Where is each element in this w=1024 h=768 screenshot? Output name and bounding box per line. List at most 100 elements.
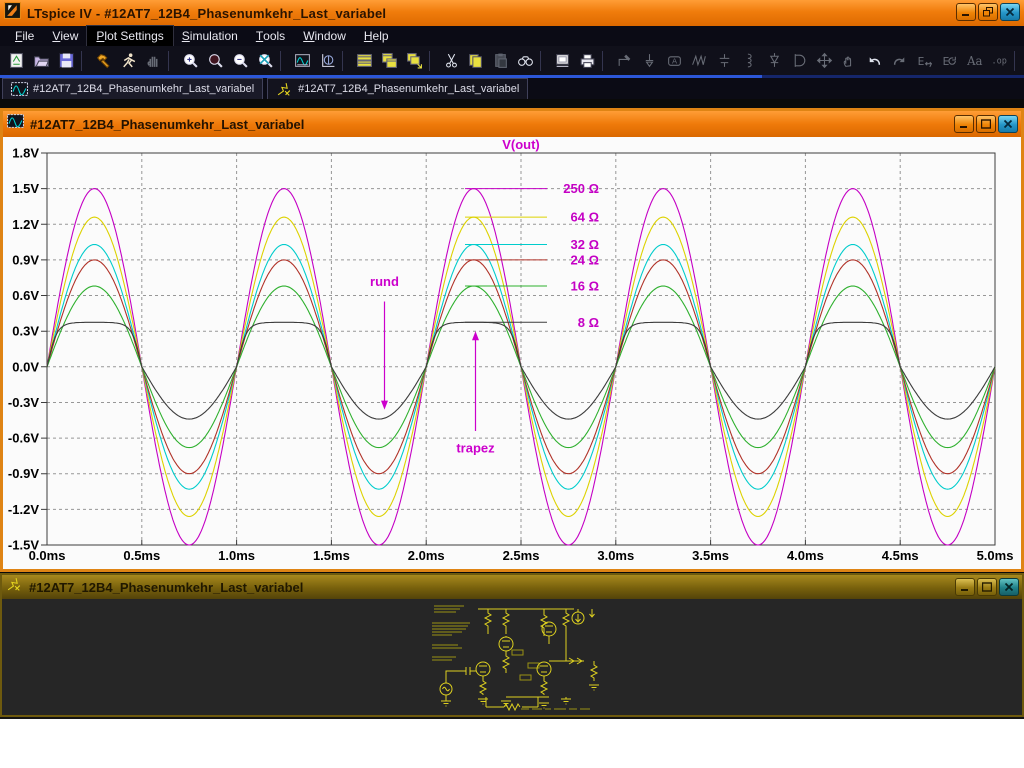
new-file-button[interactable]	[4, 49, 29, 73]
menu-tools[interactable]: Tools	[247, 26, 294, 46]
find-button[interactable]	[513, 49, 538, 73]
menu-plot-settings[interactable]: Plot Settings	[87, 26, 172, 46]
zoom-in-icon	[182, 52, 199, 69]
toolbar-separator	[1014, 51, 1021, 71]
y-tick-label: -1.5V	[8, 538, 39, 553]
grid	[47, 153, 995, 545]
cut-button[interactable]	[439, 49, 464, 73]
zoom-out-button[interactable]	[228, 49, 253, 73]
zoom-back-button[interactable]	[203, 49, 228, 73]
legend-label[interactable]: 8 Ω	[578, 315, 599, 330]
mirror-icon: E	[916, 52, 933, 69]
annotation-rund[interactable]: rund	[370, 274, 399, 289]
schematic-close-button[interactable]	[999, 578, 1019, 596]
plot-pane-button[interactable]	[315, 49, 340, 73]
waveform-plot[interactable]: 0.0ms0.5ms1.0ms1.5ms2.0ms2.5ms3.0ms3.5ms…	[3, 137, 1021, 569]
mirror-button: E	[912, 49, 937, 73]
toolbar-separator	[429, 51, 436, 71]
spice-directive-button: .op	[987, 49, 1012, 73]
schematic-icon	[6, 576, 23, 598]
cascade-icon	[406, 52, 423, 69]
schematic-window-titlebar[interactable]: #12AT7_12B4_Phasenumkehr_Last_variabel	[2, 575, 1022, 599]
save-icon	[58, 52, 75, 69]
halt-simulation-button	[141, 49, 166, 73]
schematic-maximize-button[interactable]	[977, 578, 997, 596]
schematic-window-title: #12AT7_12B4_Phasenumkehr_Last_variabel	[29, 580, 303, 595]
x-tick-label: 1.5ms	[313, 548, 350, 563]
plot-area[interactable]: 0.0ms0.5ms1.0ms1.5ms2.0ms2.5ms3.0ms3.5ms…	[3, 137, 1021, 569]
save-button[interactable]	[54, 49, 79, 73]
net-label-icon: A	[666, 52, 683, 69]
mdi-area: #12AT7_12B4_Phasenumkehr_Last_variabel 0…	[0, 99, 1024, 717]
copy-icon	[467, 52, 484, 69]
restore-button[interactable]	[978, 3, 998, 21]
annotation-arrowhead	[381, 401, 388, 410]
ltspice-logo-icon	[4, 2, 21, 19]
print-preview-icon	[554, 52, 571, 69]
waveform-window-titlebar[interactable]: #12AT7_12B4_Phasenumkehr_Last_variabel	[3, 111, 1021, 137]
y-tick-label: -0.9V	[8, 466, 39, 481]
plot-title-vout[interactable]: V(out)	[502, 137, 540, 152]
menu-window[interactable]: Window	[294, 26, 355, 46]
waveform-icon	[7, 113, 24, 130]
draw-wire-button	[612, 49, 637, 73]
schematic-minimize-button[interactable]	[955, 578, 975, 596]
menu-simulation[interactable]: Simulation	[173, 26, 247, 46]
y-tick-label: 0.6V	[12, 288, 39, 303]
window-title: LTspice IV - #12AT7_12B4_Phasenumkehr_La…	[27, 6, 386, 21]
undo-button[interactable]	[862, 49, 887, 73]
new-page-icon	[8, 52, 25, 69]
zoom-out-icon	[232, 52, 249, 69]
menu-view[interactable]: View	[43, 26, 87, 46]
control-panel-button[interactable]	[91, 49, 116, 73]
tab-schematic[interactable]: #12AT7_12B4_Phasenumkehr_Last_variabel	[267, 78, 528, 99]
schematic-icon	[276, 81, 293, 98]
plot-minimize-button[interactable]	[954, 115, 974, 133]
y-tick-label: 1.2V	[12, 217, 39, 232]
waveform-window: #12AT7_12B4_Phasenumkehr_Last_variabel 0…	[0, 108, 1024, 572]
annotation-arrowhead	[472, 331, 479, 340]
menu-file[interactable]: File	[6, 26, 43, 46]
wire-icon	[616, 52, 633, 69]
run-simulation-button[interactable]	[116, 49, 141, 73]
label-net-button: A	[662, 49, 687, 73]
toolbar: AEEAa.op	[0, 46, 1024, 75]
minimize-button[interactable]	[956, 3, 976, 21]
legend-label[interactable]: 24 Ω	[571, 252, 600, 267]
copy-button[interactable]	[464, 49, 489, 73]
cascade-windows-button[interactable]	[402, 49, 427, 73]
waveform-window-title: #12AT7_12B4_Phasenumkehr_Last_variabel	[30, 117, 304, 132]
menu-help[interactable]: Help	[355, 26, 398, 46]
legend-label[interactable]: 32 Ω	[571, 237, 600, 252]
legend-label[interactable]: 250 Ω	[563, 181, 599, 196]
zoom-in-button[interactable]	[178, 49, 203, 73]
y-tick-label: -0.3V	[8, 395, 39, 410]
plot-maximize-button[interactable]	[976, 115, 996, 133]
tab-waveform[interactable]: #12AT7_12B4_Phasenumkehr_Last_variabel	[2, 78, 263, 99]
toolbar-separator	[540, 51, 547, 71]
legend-label[interactable]: 16 Ω	[571, 279, 600, 294]
x-tick-label: 2.5ms	[503, 548, 540, 563]
print-preview-button[interactable]	[550, 49, 575, 73]
open-file-button[interactable]	[29, 49, 54, 73]
paste-icon	[492, 52, 509, 69]
plot-close-button[interactable]	[998, 115, 1018, 133]
move-button	[812, 49, 837, 73]
schematic-canvas[interactable]	[2, 599, 1022, 715]
tile-horizontally-button[interactable]	[352, 49, 377, 73]
zoom-full-extents-button[interactable]	[253, 49, 278, 73]
print-button[interactable]	[575, 49, 600, 73]
print-icon	[579, 52, 596, 69]
y-tick-label: 0.0V	[12, 359, 39, 374]
axis-pane-icon	[319, 52, 336, 69]
annotation-trapez[interactable]: trapez	[456, 440, 495, 455]
tile-vertically-button[interactable]	[377, 49, 402, 73]
zoom-full-icon	[257, 52, 274, 69]
autorange-y-axis-button[interactable]	[290, 49, 315, 73]
x-tick-label: 2.0ms	[408, 548, 445, 563]
paste-button	[488, 49, 513, 73]
legend-label[interactable]: 64 Ω	[571, 210, 600, 225]
place-resistor-button	[687, 49, 712, 73]
x-tick-label: 0.5ms	[123, 548, 160, 563]
close-button[interactable]	[1000, 3, 1020, 21]
